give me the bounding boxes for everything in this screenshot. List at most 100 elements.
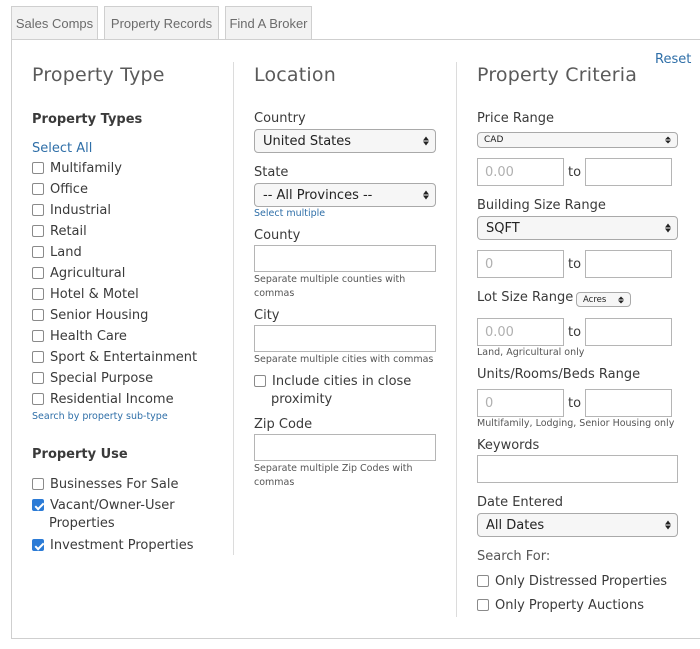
checkbox-label: Special Purpose (50, 370, 154, 386)
checkbox-label: Only Property Auctions (495, 597, 645, 613)
tab-property-records[interactable]: Property Records (104, 6, 219, 40)
checkbox-businesses-for-sale[interactable]: Businesses For Sale (32, 474, 179, 494)
building-unit-select[interactable]: SQFT (477, 216, 678, 240)
checkbox[interactable] (32, 225, 44, 237)
units-range-hint: Multifamily, Lodging, Senior Housing onl… (477, 418, 675, 429)
date-entered-select[interactable]: All Dates (477, 513, 678, 537)
price-min-placeholder: 0.00 (485, 164, 514, 180)
checkbox-label: Only Distressed Properties (495, 573, 668, 589)
checkbox[interactable] (32, 309, 44, 321)
checkbox-vacant-owner-user[interactable]: Vacant/Owner-User (32, 495, 175, 515)
price-max-input[interactable] (585, 158, 672, 186)
state-value: -- All Provinces -- (263, 187, 373, 203)
checkbox-agricultural[interactable]: Agricultural (32, 263, 125, 283)
checkbox-special-purpose[interactable]: Special Purpose (32, 368, 153, 388)
checkbox[interactable] (32, 246, 44, 258)
checkbox[interactable] (32, 372, 44, 384)
to-label: to (568, 396, 582, 411)
units-min-input[interactable]: 0 (477, 389, 564, 417)
date-entered-value: All Dates (486, 517, 545, 533)
units-range-label: Units/Rooms/Beds Range (477, 367, 641, 382)
checkbox-retail[interactable]: Retail (32, 221, 87, 241)
checkbox-office[interactable]: Office (32, 179, 88, 199)
checkbox-label: Businesses For Sale (50, 476, 179, 492)
country-select[interactable]: United States (254, 129, 436, 153)
checkbox-residential-income[interactable]: Residential Income (32, 389, 174, 409)
checkbox-label: Agricultural (50, 265, 126, 281)
tab-find-a-broker[interactable]: Find A Broker (225, 6, 312, 40)
checkbox[interactable] (32, 162, 44, 174)
checkbox-distressed[interactable]: Only Distressed Properties (477, 571, 667, 591)
zip-input[interactable] (254, 434, 436, 461)
checkbox-label: Industrial (50, 202, 111, 218)
building-min-placeholder: 0 (485, 256, 494, 272)
checkbox-label: Office (50, 181, 88, 197)
building-size-label: Building Size Range (477, 198, 606, 213)
checkbox-multifamily[interactable]: Multifamily (32, 158, 122, 178)
property-types-heading: Property Types (32, 112, 143, 127)
checkbox-label: Include cities in close (272, 373, 412, 389)
checkbox[interactable] (32, 393, 44, 405)
price-min-input[interactable]: 0.00 (477, 158, 564, 186)
checkbox-checked[interactable] (32, 539, 44, 551)
select-arrows-icon (423, 136, 429, 146)
select-arrows-icon (665, 520, 671, 530)
zip-hint: Separate multiple Zip Codes with commas (254, 463, 413, 488)
search-for-label: Search For: (477, 549, 551, 564)
lot-unit-select[interactable]: Acres (576, 292, 631, 307)
city-input[interactable] (254, 325, 436, 352)
lot-min-input[interactable]: 0.00 (477, 318, 564, 346)
checkbox-label: Residential Income (50, 391, 174, 407)
select-all-link[interactable]: Select All (32, 141, 92, 156)
checkbox-auctions[interactable]: Only Property Auctions (477, 595, 644, 615)
checkbox-health-care[interactable]: Health Care (32, 326, 127, 346)
select-arrows-icon (665, 223, 671, 233)
checkbox-label: Health Care (50, 328, 127, 344)
select-multiple-link[interactable]: Select multiple (254, 207, 325, 221)
column-divider (456, 62, 457, 617)
checkbox-label-continued: proximity (271, 392, 333, 407)
checkbox[interactable] (32, 288, 44, 300)
building-max-input[interactable] (585, 250, 672, 278)
checkbox[interactable] (254, 375, 266, 387)
property-use-heading: Property Use (32, 447, 128, 462)
keywords-input[interactable] (477, 455, 678, 483)
checkbox[interactable] (32, 183, 44, 195)
checkbox[interactable] (32, 267, 44, 279)
checkbox-label: Retail (50, 223, 87, 239)
currency-value: CAD (484, 135, 504, 145)
lot-size-label: Lot Size Range (477, 290, 574, 305)
checkbox-industrial[interactable]: Industrial (32, 200, 111, 220)
units-max-input[interactable] (585, 389, 672, 417)
select-arrows-icon (618, 296, 624, 303)
currency-select[interactable]: CAD (477, 132, 678, 148)
county-input[interactable] (254, 245, 436, 272)
checkbox-checked[interactable] (32, 499, 44, 511)
lot-max-input[interactable] (585, 318, 672, 346)
checkbox[interactable] (32, 351, 44, 363)
checkbox-label: Senior Housing (50, 307, 149, 323)
checkbox-senior-housing[interactable]: Senior Housing (32, 305, 148, 325)
property-subtype-link[interactable]: Search by property sub-type (32, 410, 168, 424)
checkbox-investment-properties[interactable]: Investment Properties (32, 535, 193, 555)
checkbox-land[interactable]: Land (32, 242, 82, 262)
select-arrows-icon (423, 190, 429, 200)
checkbox-label: Investment Properties (50, 537, 194, 553)
select-arrows-icon (665, 136, 671, 144)
checkbox[interactable] (32, 478, 44, 490)
state-select[interactable]: -- All Provinces -- (254, 183, 436, 207)
building-min-input[interactable]: 0 (477, 250, 564, 278)
tab-sales-comps[interactable]: Sales Comps (11, 6, 98, 40)
country-label: Country (254, 111, 306, 126)
reset-link[interactable]: Reset (655, 52, 691, 67)
to-label: to (568, 325, 582, 340)
checkbox[interactable] (477, 575, 489, 587)
checkbox[interactable] (32, 204, 44, 216)
checkbox-hotel-motel[interactable]: Hotel & Motel (32, 284, 139, 304)
checkbox-close-proximity[interactable]: Include cities in close (254, 371, 411, 391)
column-divider (233, 62, 234, 555)
checkbox-sport-entertainment[interactable]: Sport & Entertainment (32, 347, 197, 367)
checkbox[interactable] (32, 330, 44, 342)
checkbox[interactable] (477, 599, 489, 611)
property-criteria-heading: Property Criteria (477, 64, 638, 86)
